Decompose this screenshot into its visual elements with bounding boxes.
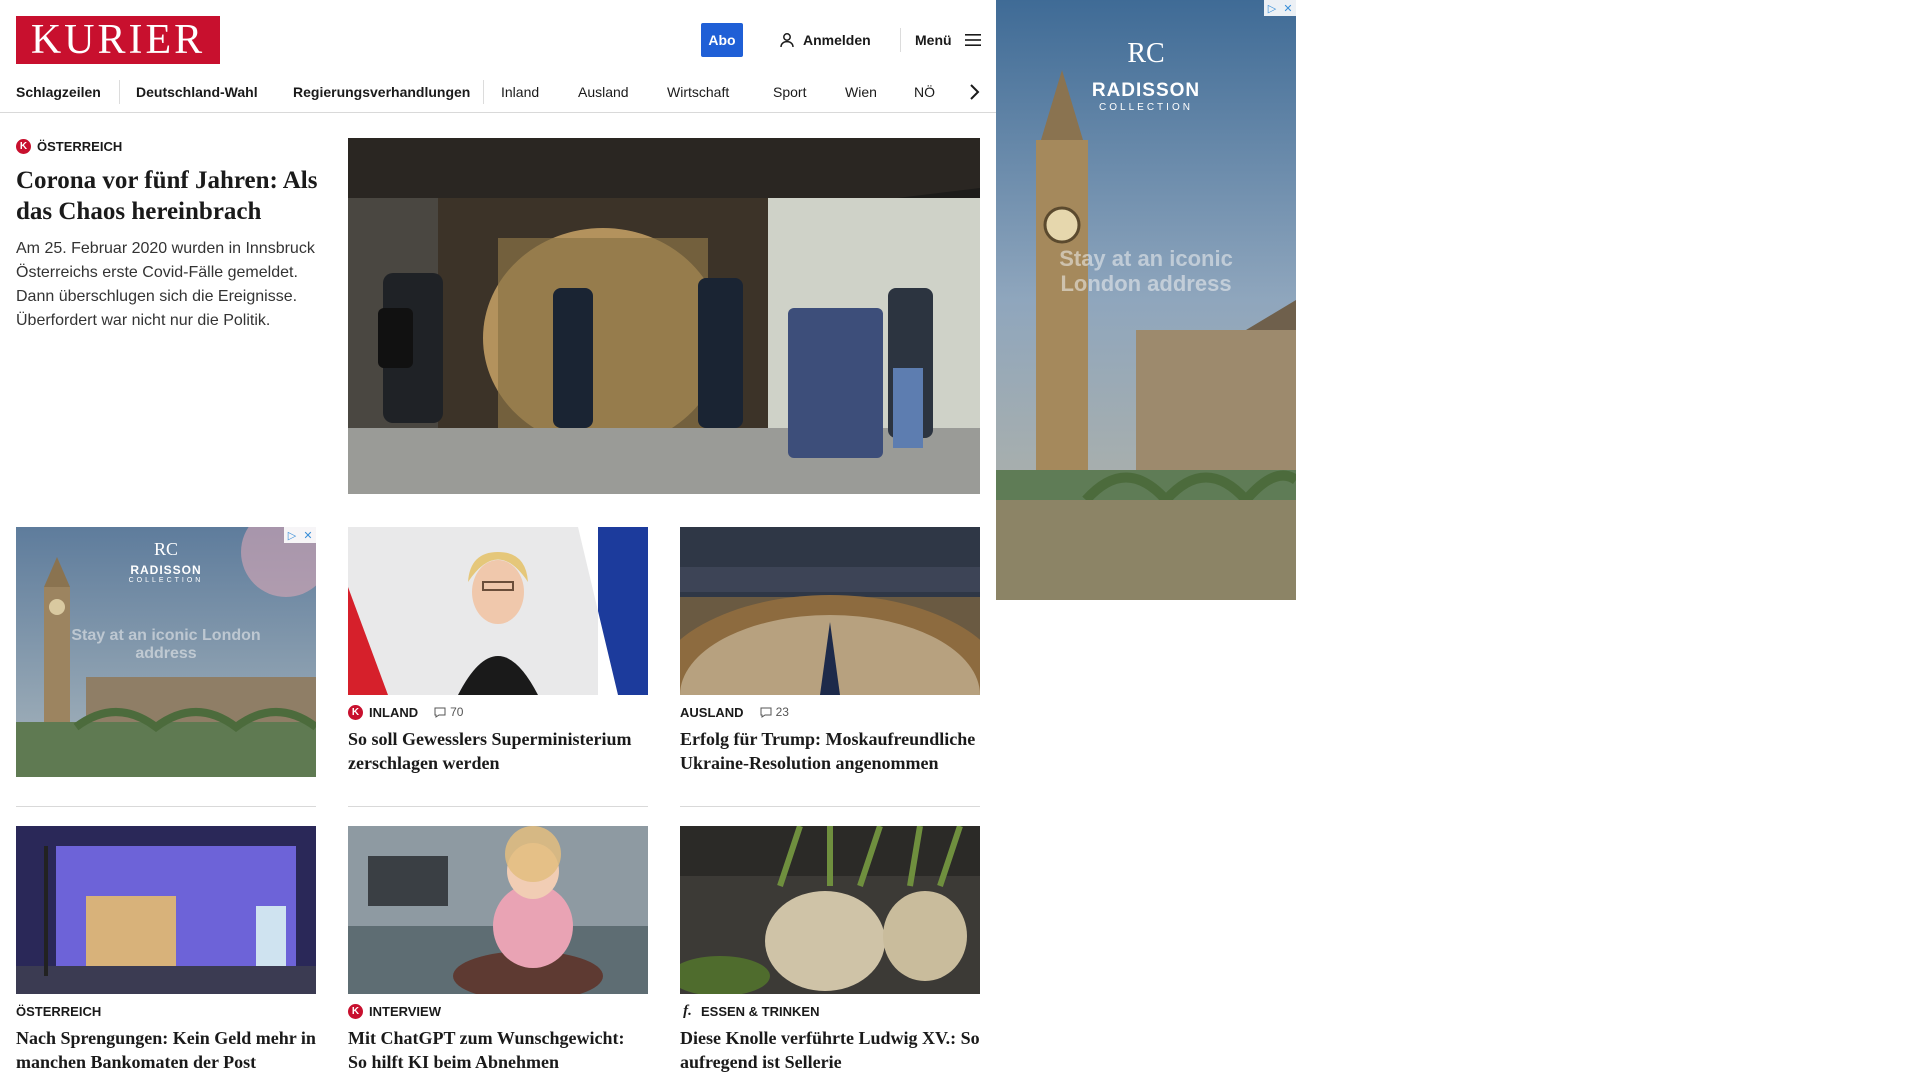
page: KURIER Abo Anmelden Menü Schlagzeilen De… [0,0,1000,1080]
user-icon [780,33,794,48]
ad-tagline: Stay at an iconic London address [1059,246,1233,296]
card-kicker: K INLAND 70 [348,703,648,721]
kurier-plus-icon: K [16,138,31,154]
ad-brand: RADISSON [130,563,202,577]
hamburger-icon [964,34,981,46]
nav-item-wirtschaft[interactable]: Wirtschaft [667,80,729,104]
lead-teaser: Am 25. Februar 2020 wurden in Innsbruck … [16,240,315,329]
card-kicker: AUSLAND 23 [680,703,980,721]
nav-divider [119,80,120,104]
section-nav: Schlagzeilen Deutschland-Wahl Regierungs… [0,74,996,113]
comment-count[interactable]: 70 [434,705,463,719]
article-image[interactable] [680,826,980,994]
article-card: K INTERVIEW Mit ChatGPT zum Wunschgewich… [348,826,648,1074]
card-headline[interactable]: Mit ChatGPT zum Wunschgewicht: So hilft … [348,1026,648,1074]
nav-item-noe[interactable]: NÖ [914,80,935,104]
lead-article: K ÖSTERREICH Corona vor fünf Jahren: Als… [16,137,326,333]
article-image[interactable] [16,826,316,994]
kurier-logo[interactable]: KURIER [16,16,220,64]
nav-item-schlagzeilen[interactable]: Schlagzeilen [16,80,101,104]
article-card: K INLAND 70 So soll Gewesslers Supermini… [348,527,648,775]
card-kicker: f. ESSEN & TRINKEN [680,1002,980,1020]
comment-count-value: 70 [450,705,464,719]
row-divider [680,806,980,807]
chevron-right-icon[interactable] [962,80,986,104]
card-kicker: K INTERVIEW [348,1002,648,1020]
menu-label: Menü [915,32,952,48]
article-image[interactable] [680,527,980,695]
card-kicker-label: INTERVIEW [369,1003,441,1019]
card-kicker-label: INLAND [369,704,419,720]
inline-ad[interactable]: ▷ ✕ RC RADISSON COLLECTION Stay at an ic… [16,507,331,777]
menu-button[interactable]: Menü [915,29,982,51]
article-card: AUSLAND 23 Erfolg für Trump: Moskaufreun… [680,527,980,775]
nav-divider [483,80,484,104]
card-kicker-label: ESSEN & TRINKEN [701,1003,820,1019]
nav-item-inland[interactable]: Inland [501,80,539,104]
radisson-logo: RC [153,539,178,559]
ad-tagline: Stay at an iconic London address [71,627,261,662]
ad-choices-icon[interactable]: ▷ [1264,0,1280,16]
card-headline[interactable]: So soll Gewesslers Superministerium zers… [348,727,648,775]
nav-item-wien[interactable]: Wien [845,80,877,104]
ad-subbrand: COLLECTION [1099,102,1193,113]
nav-item-sport[interactable]: Sport [773,80,806,104]
freizeit-icon: f. [683,1002,692,1019]
ad-choices[interactable]: ▷ ✕ [1264,0,1296,16]
comment-count-value: 23 [775,705,789,719]
abo-button[interactable]: Abo [701,23,743,57]
nav-item-deutschland-wahl[interactable]: Deutschland-Wahl [136,80,258,104]
card-headline[interactable]: Diese Knolle verführte Ludwig XV.: So au… [680,1026,980,1074]
lead-kicker: K ÖSTERREICH [16,137,326,155]
header-divider [900,28,901,52]
lead-headline[interactable]: Corona vor fünf Jahren: Als das Chaos he… [16,165,326,227]
row-divider [348,806,648,807]
card-kicker-label: AUSLAND [680,704,744,720]
lead-kicker-label: ÖSTERREICH [37,138,123,154]
kurier-plus-icon: K [348,1003,363,1019]
row-divider [16,806,316,807]
card-kicker-label: ÖSTERREICH [16,1003,102,1019]
nav-item-regierungsverhandlungen[interactable]: Regierungsverhandlungen [293,80,470,104]
ad-brand: RADISSON [1091,80,1201,101]
radisson-logo: RC [1127,38,1165,69]
article-image[interactable] [348,527,648,695]
lead-image[interactable] [348,138,980,494]
article-card: ÖSTERREICH Nach Sprengungen: Kein Geld m… [16,826,316,1074]
ad-subbrand: COLLECTION [128,577,204,584]
card-headline[interactable]: Erfolg für Trump: Moskaufreundliche Ukra… [680,727,980,775]
card-headline[interactable]: Nach Sprengungen: Kein Geld mehr in manc… [16,1026,316,1074]
comment-icon [434,707,446,718]
comment-count[interactable]: 23 [760,705,789,719]
login-button[interactable]: Anmelden [779,29,871,51]
article-card: f. ESSEN & TRINKEN Diese Knolle verführt… [680,826,980,1074]
side-ad[interactable]: ▷ ✕ RC RADISSON COLLECTION Stay at an ic… [996,0,1299,600]
nav-item-ausland[interactable]: Ausland [578,80,629,104]
kurier-plus-icon: K [348,704,363,720]
article-image[interactable] [348,826,648,994]
card-kicker: ÖSTERREICH [16,1002,316,1020]
login-label: Anmelden [803,32,871,48]
comment-icon [760,707,772,718]
close-icon[interactable]: ✕ [1280,0,1296,16]
